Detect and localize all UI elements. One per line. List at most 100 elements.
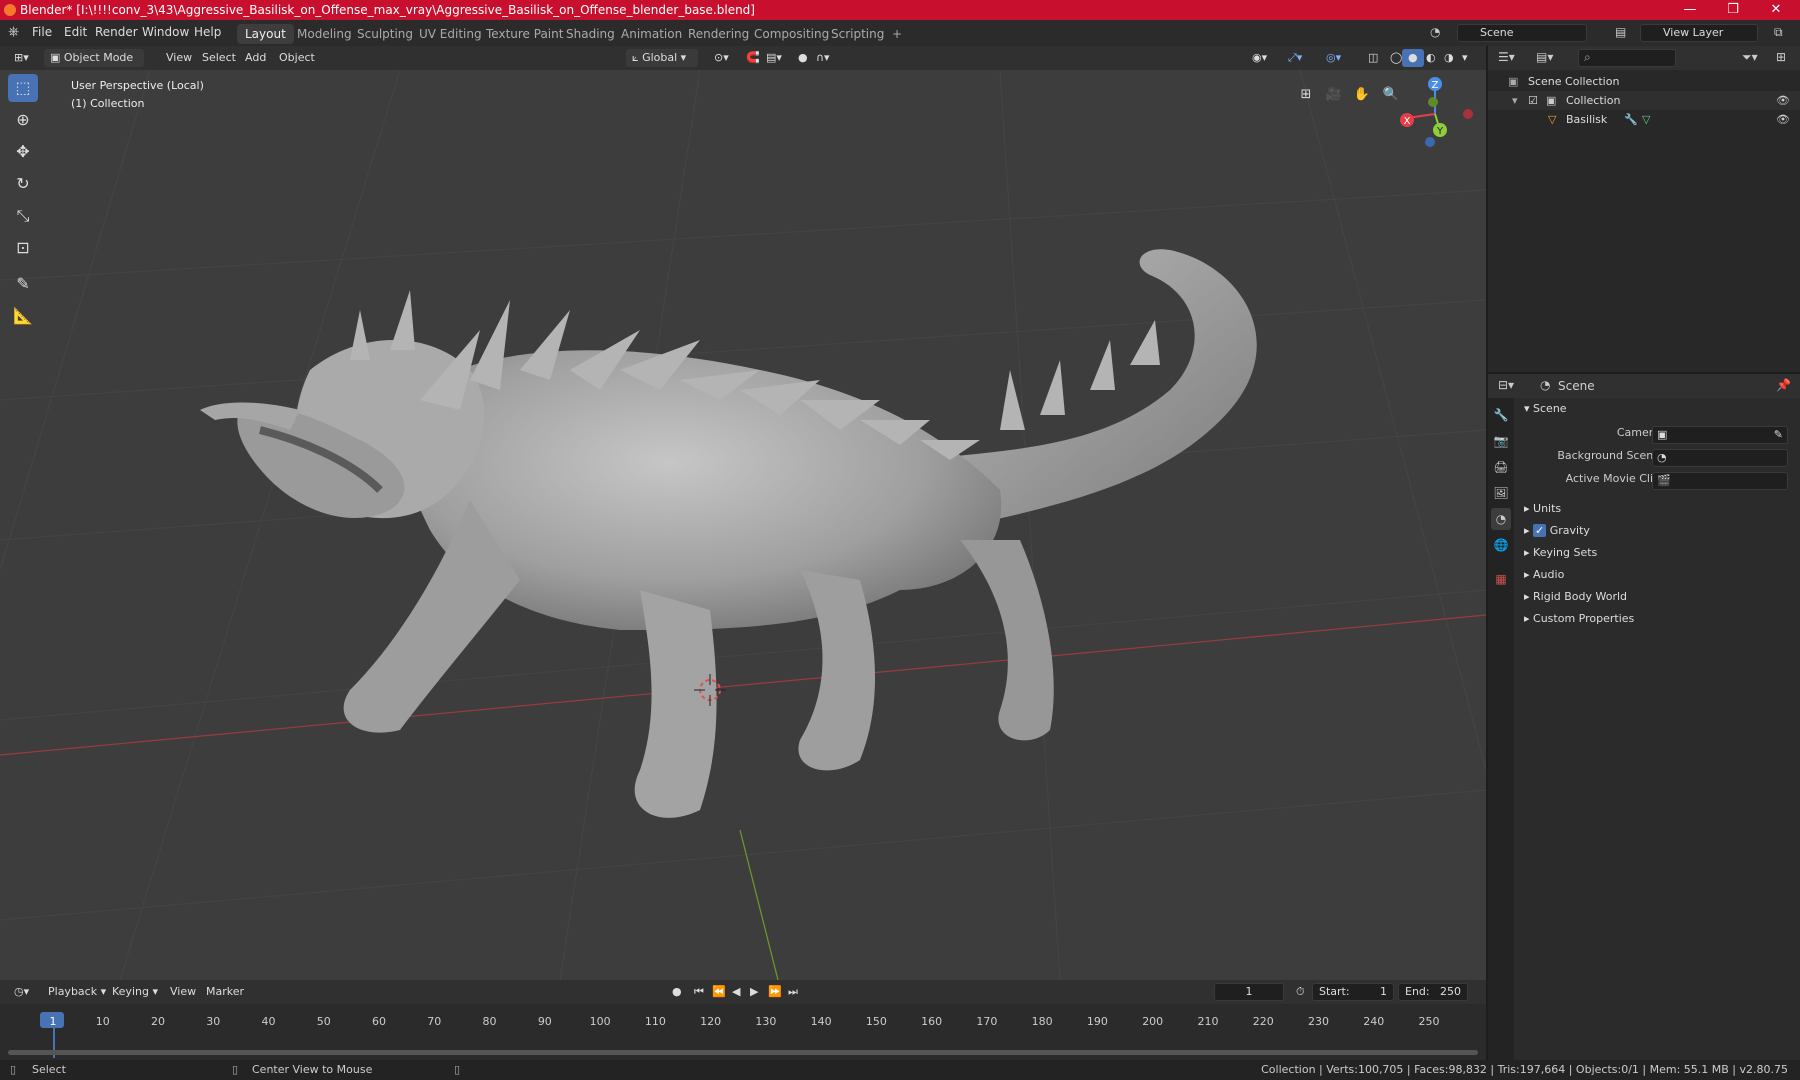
active-movie-clip-field[interactable]: 🎬 — [1652, 472, 1788, 490]
move-tool-icon[interactable]: ✥ — [8, 138, 38, 166]
menu-file[interactable]: File — [32, 25, 52, 39]
annotate-tool-icon[interactable]: ✎ — [8, 270, 38, 298]
scene-selector[interactable]: Scene — [1457, 24, 1587, 42]
rigid-body-world-section[interactable]: ▸ Rigid Body World — [1514, 586, 1800, 608]
timeline-tick-label: 200 — [1142, 1015, 1164, 1028]
checkbox-icon[interactable]: ☑ — [1528, 91, 1538, 110]
menu-window[interactable]: Window — [142, 25, 189, 39]
gravity-checkbox[interactable]: ✓ — [1533, 524, 1547, 537]
units-section[interactable]: ▸ Units — [1514, 498, 1800, 520]
record-button-icon[interactable]: ● — [666, 983, 688, 1001]
start-frame-field[interactable]: Start: 1 — [1312, 983, 1394, 1001]
tab-animation[interactable]: Animation — [613, 24, 690, 44]
timeline-tick-label: 230 — [1307, 1015, 1329, 1028]
minimize-button[interactable]: — — [1670, 0, 1710, 20]
camera-icon[interactable]: 🎥 — [1321, 82, 1347, 108]
pin-icon[interactable]: 📌 — [1776, 378, 1791, 392]
new-view-layer-icon[interactable]: ⧉ — [1774, 25, 1783, 40]
render-tab-icon[interactable]: 📷 — [1491, 430, 1511, 452]
mesh-data-icon[interactable]: ▽ — [1642, 110, 1650, 129]
menu-select[interactable]: Select — [196, 49, 242, 67]
timeline-scrollbar[interactable] — [8, 1050, 1478, 1055]
shading-options-icon[interactable]: ▾ — [1456, 49, 1474, 67]
status-scene-stats: Collection | Verts:100,705 | Faces:98,83… — [1261, 1063, 1788, 1076]
modifier-wrench-icon[interactable]: 🔧 — [1624, 110, 1638, 129]
outliner-editor-icon[interactable]: ☰▾ — [1498, 50, 1515, 64]
measure-tool-icon[interactable]: 📐 — [8, 302, 38, 330]
rotate-tool-icon[interactable]: ↻ — [8, 170, 38, 198]
outliner-row-basilisk[interactable]: ▽ Basilisk 🔧 ▽ 👁 — [1488, 110, 1800, 129]
camera-field[interactable]: ▣ ✎ — [1652, 426, 1788, 444]
maximize-button[interactable]: ❐ — [1713, 0, 1753, 20]
end-frame-field[interactable]: End: 250 — [1398, 983, 1468, 1001]
orientation-selector[interactable]: ⟀ Global ▾ — [626, 49, 698, 67]
view-layer-selector[interactable]: View Layer — [1640, 24, 1758, 42]
menu-edit[interactable]: Edit — [64, 25, 87, 39]
pivot-icon[interactable]: ⊙▾ — [708, 49, 735, 67]
menu-help[interactable]: Help — [194, 25, 221, 39]
menu-object[interactable]: Object — [273, 49, 321, 67]
filter-icon[interactable]: ⏷▾ — [1742, 50, 1758, 65]
audio-section[interactable]: ▸ Audio — [1514, 564, 1800, 586]
tool-tab-icon[interactable]: 🔧 — [1491, 404, 1511, 426]
cursor-tool-icon[interactable]: ⊕ — [8, 106, 38, 134]
select-box-tool-icon[interactable]: ⬚ — [8, 74, 38, 102]
outliner-row-scene-collection[interactable]: ▣ Scene Collection — [1488, 72, 1800, 91]
blender-menu-icon[interactable]: ⎈ — [8, 24, 19, 40]
background-scene-field[interactable]: ◔ — [1652, 449, 1788, 467]
menu-timeline-view[interactable]: View — [164, 983, 202, 1001]
output-tab-icon[interactable]: 🖨 — [1491, 456, 1511, 478]
menu-add[interactable]: Add — [239, 49, 272, 67]
menu-render[interactable]: Render — [95, 25, 138, 39]
mode-selector[interactable]: ▣ Object Mode ▾ — [44, 49, 144, 82]
view-layer-tab-icon[interactable]: 🖼 — [1491, 482, 1511, 504]
current-frame-field[interactable]: 1 — [1214, 983, 1284, 1001]
eye-icon[interactable]: 👁 — [1776, 110, 1790, 129]
outliner-search-input[interactable] — [1578, 49, 1676, 67]
scene-tab-icon[interactable]: ◔ — [1491, 508, 1511, 530]
display-mode-icon[interactable]: ▤▾ — [1536, 50, 1553, 64]
add-workspace-button[interactable]: + — [884, 24, 910, 44]
window-title: Blender* [I:\!!!!conv_3\43\Aggressive_Ba… — [20, 3, 755, 17]
timeline-ruler[interactable]: 1 10 20 30 40 50 60 70 80 90 100 110 120 130 140 150 160… — [0, 1004, 1486, 1060]
tab-scripting[interactable]: Scripting — [823, 24, 892, 44]
expand-arrow-icon[interactable]: ▾ — [1512, 91, 1518, 110]
scene-icon[interactable]: ◔ — [1430, 25, 1440, 39]
overlay-toggle-icon[interactable]: ◎▾ — [1320, 49, 1347, 67]
xray-icon[interactable]: ◫ — [1362, 49, 1384, 67]
view-layer-icon[interactable]: ▤ — [1615, 25, 1626, 39]
stopwatch-icon[interactable]: ⏱ — [1290, 983, 1311, 1001]
jump-end-icon[interactable]: ⏭ — [782, 983, 804, 1001]
scale-tool-icon[interactable]: ⤡ — [8, 202, 38, 230]
texture-tab-icon[interactable]: ▦ — [1491, 568, 1511, 590]
menu-marker[interactable]: Marker — [200, 983, 250, 1001]
menu-keying[interactable]: Keying ▾ — [106, 983, 164, 1001]
pan-hand-icon[interactable]: ✋ — [1349, 82, 1375, 108]
units-label: Units — [1533, 502, 1562, 515]
menu-playback[interactable]: Playback ▾ — [42, 983, 112, 1001]
tab-layout[interactable]: Layout — [237, 24, 294, 44]
gizmo-toggle-icon[interactable]: ⤢▾ — [1282, 49, 1308, 67]
snap-target-icon[interactable]: ▤▾ — [760, 49, 788, 67]
menu-view[interactable]: View — [160, 49, 198, 67]
custom-properties-section[interactable]: ▸ Custom Properties — [1514, 608, 1800, 630]
timeline-editor-icon[interactable]: ◷▾ — [8, 983, 35, 1001]
visibility-icon[interactable]: ◉▾ — [1246, 49, 1273, 67]
toggle-camera-view-icon[interactable]: ⊞ — [1293, 82, 1319, 108]
eyedropper-icon[interactable]: ✎ — [1774, 427, 1783, 443]
falloff-icon[interactable]: ∩▾ — [810, 49, 836, 67]
scene-panel-header[interactable]: ▾ Scene — [1514, 398, 1800, 420]
keying-sets-section[interactable]: ▸ Keying Sets — [1514, 542, 1800, 564]
editor-type-icon[interactable]: ⊞▾ — [8, 49, 35, 67]
outliner-row-collection[interactable]: ▾ ☑ ▣ Collection 👁 — [1488, 91, 1800, 110]
new-collection-icon[interactable]: ⊞ — [1776, 50, 1786, 64]
world-tab-icon[interactable]: 🌐 — [1491, 534, 1511, 556]
navigation-gizmo[interactable]: Z X Y — [1390, 74, 1480, 154]
gravity-section[interactable]: ▸ ✓ Gravity — [1514, 520, 1800, 542]
3d-viewport[interactable]: ⬚ ⊕ ✥ ↻ ⤡ ⊡ ✎ 📐 User Perspective (Local)… — [0, 70, 1486, 980]
timeline-tick-label: 70 — [427, 1015, 442, 1028]
transform-tool-icon[interactable]: ⊡ — [8, 234, 38, 262]
close-button[interactable]: ✕ — [1756, 0, 1796, 20]
properties-editor-icon[interactable]: ⊟▾ — [1498, 378, 1514, 392]
eye-icon[interactable]: 👁 — [1776, 91, 1790, 110]
